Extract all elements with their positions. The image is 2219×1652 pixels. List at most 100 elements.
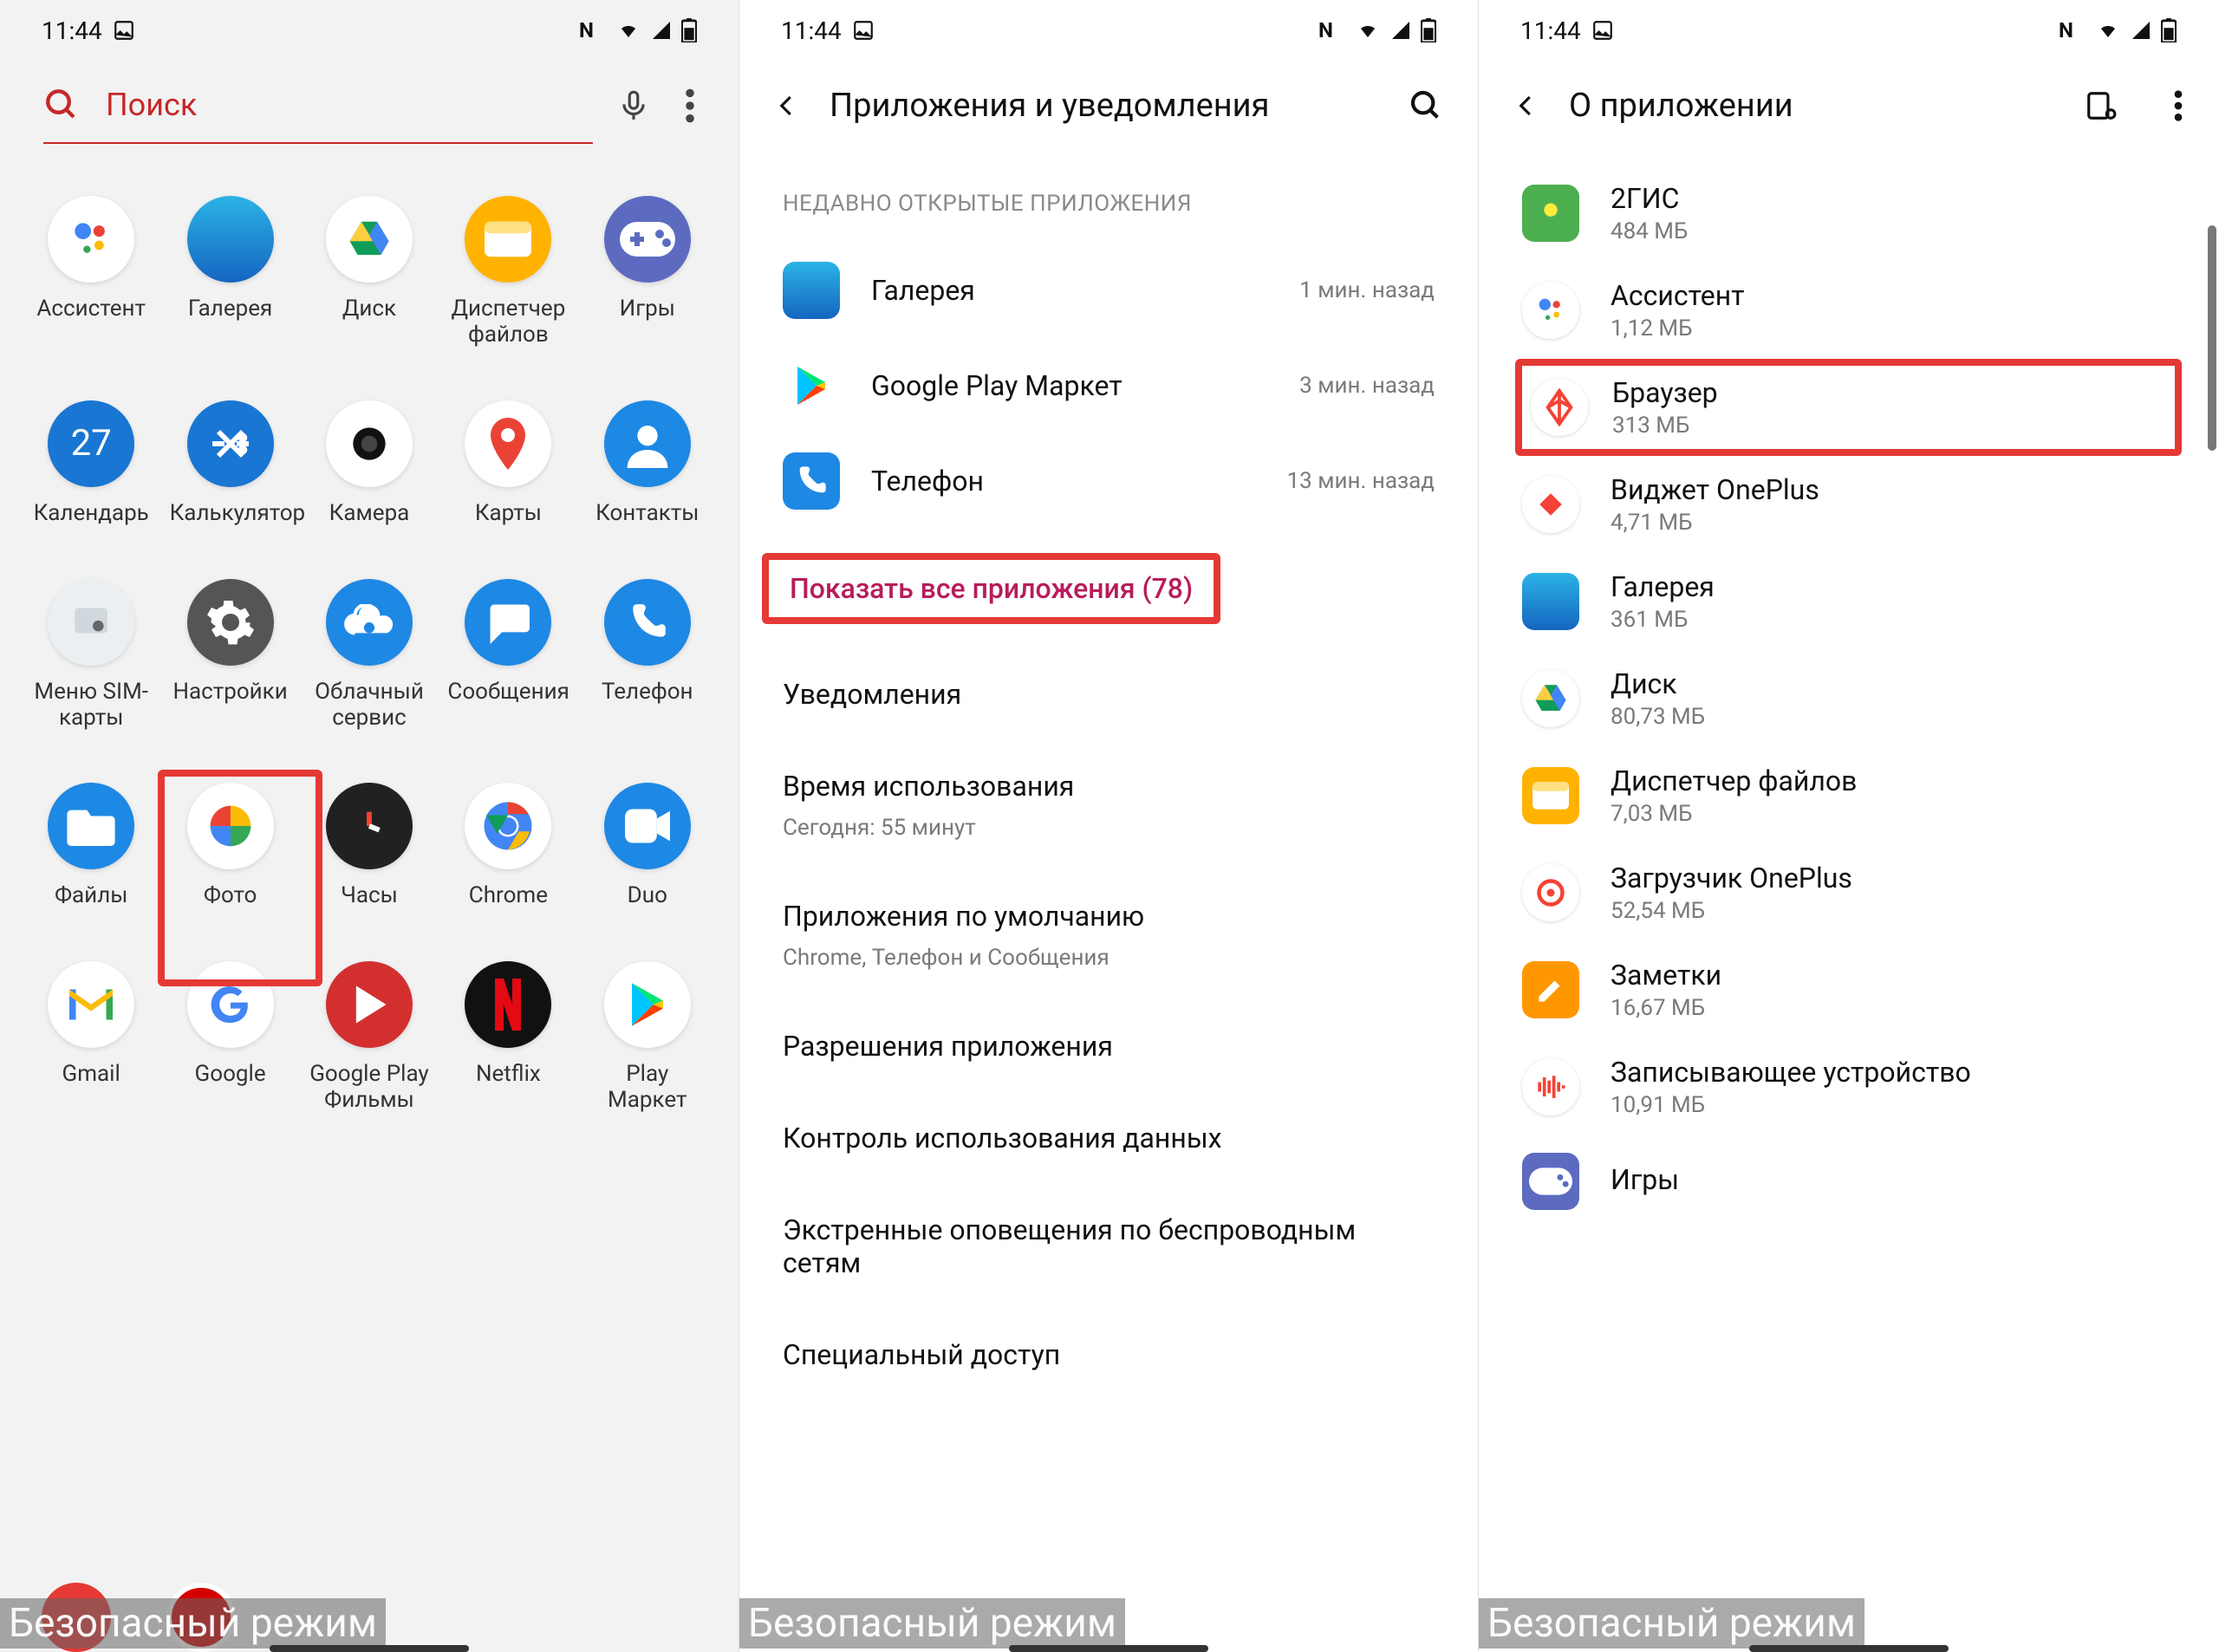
app-list-item[interactable]: Ассистент1,12 МБ	[1479, 262, 2218, 359]
app-list-item[interactable]: Браузер313 МБ	[1515, 359, 2182, 456]
status-icons: N	[2059, 18, 2177, 42]
app-list-item[interactable]: Загрузчик OnePlus52,54 МБ	[1479, 844, 2218, 941]
app-icon	[604, 400, 691, 487]
app-игры[interactable]: Игры	[582, 196, 713, 348]
app-label: Ассистент	[36, 296, 146, 322]
settings-menu-item[interactable]: Контроль использования данных	[739, 1092, 1478, 1184]
settings-menu-item[interactable]: Приложения по умолчаниюChrome, Телефон и…	[739, 870, 1478, 1000]
search-icon[interactable]	[1409, 88, 1443, 123]
app-list-item[interactable]: Диспетчер файлов7,03 МБ	[1479, 747, 2218, 844]
recent-app-item[interactable]: Телефон13 мин. назад	[739, 433, 1478, 529]
app-play-маркет[interactable]: Play Маркет	[582, 961, 713, 1114]
app-size: 10,91 МБ	[1611, 1092, 2175, 1118]
back-icon[interactable]	[774, 88, 800, 123]
wifi-icon	[1355, 20, 1381, 41]
app-облачный-сервис[interactable]: Облачный сервис	[304, 579, 434, 732]
app-list-item[interactable]: Заметки16,67 МБ	[1479, 941, 2218, 1038]
app-icon	[187, 196, 274, 283]
settings-menu-item[interactable]: Разрешения приложения	[739, 1000, 1478, 1092]
menu-subtitle: Chrome, Телефон и Сообщения	[783, 945, 1110, 971]
show-all-apps[interactable]: Показать все приложения (78)	[739, 529, 1478, 648]
app-size: 4,71 МБ	[1611, 510, 2175, 536]
app-gmail[interactable]: Gmail	[26, 961, 156, 1114]
app-duo[interactable]: Duo	[582, 783, 713, 909]
search-input[interactable]: Поиск	[43, 87, 593, 144]
app-icon	[48, 196, 134, 283]
app-калькулятор[interactable]: Калькулятор	[165, 400, 295, 527]
app-icon	[783, 262, 840, 319]
app-list-item[interactable]: Виджет OnePlus4,71 МБ	[1479, 456, 2218, 553]
app-фото[interactable]: Фото	[165, 783, 295, 909]
app-icon	[1522, 573, 1579, 630]
app-icon	[1522, 1058, 1579, 1115]
app-диспетчер-файлов[interactable]: Диспетчер файлов	[443, 196, 573, 348]
page-title: Приложения и уведомления	[830, 87, 1379, 125]
app-меню-sim-карты[interactable]: Меню SIM-карты	[26, 579, 156, 732]
app-name: Браузер	[1612, 376, 2166, 409]
app-label: Google	[195, 1062, 266, 1088]
app-list-item[interactable]: Записывающее устройство 10,91 МБ	[1479, 1038, 2218, 1135]
app-netflix[interactable]: Netflix	[443, 961, 573, 1114]
scrollbar[interactable]	[2208, 225, 2216, 451]
app-chrome[interactable]: Chrome	[443, 783, 573, 909]
back-icon[interactable]	[1513, 88, 1539, 123]
overflow-icon[interactable]	[685, 87, 695, 125]
recent-subhead: НЕДАВНО ОТКРЫТЫЕ ПРИЛОЖЕНИЯ	[739, 165, 1478, 243]
app-карты[interactable]: Карты	[443, 400, 573, 527]
app-label: Телефон	[602, 680, 693, 706]
app-настройки[interactable]: Настройки	[165, 579, 295, 732]
settings-menu-item[interactable]: Уведомления	[739, 648, 1478, 740]
recent-label: Google Play Маркет	[871, 369, 1268, 402]
app-icon	[326, 783, 413, 869]
app-label: Камера	[329, 501, 410, 527]
filter-icon[interactable]	[2085, 89, 2118, 122]
app-часы[interactable]: Часы	[304, 783, 434, 909]
settings-menu-item[interactable]: Специальный доступ	[739, 1309, 1478, 1401]
recent-app-item[interactable]: Галерея1 мин. назад	[739, 243, 1478, 338]
svg-text:N: N	[1318, 18, 1333, 42]
app-сообщения[interactable]: Сообщения	[443, 579, 573, 732]
recent-app-item[interactable]: Google Play Маркет3 мин. назад	[739, 338, 1478, 433]
app-камера[interactable]: Камера	[304, 400, 434, 527]
app-name: Галерея	[1611, 570, 2175, 603]
app-google[interactable]: Google	[165, 961, 295, 1114]
picture-icon	[113, 19, 135, 42]
nav-hint[interactable]	[1749, 1645, 1949, 1652]
app-диск[interactable]: Диск	[304, 196, 434, 348]
screen-app-info: 11:44 N О приложении 2ГИС484 МБАссистент…	[1479, 0, 2218, 1652]
app-name: Записывающее устройство	[1611, 1056, 2175, 1089]
app-icon	[48, 961, 134, 1048]
app-контакты[interactable]: Контакты	[582, 400, 713, 527]
app-label: Файлы	[55, 883, 127, 909]
app-size: 16,67 МБ	[1611, 995, 2175, 1021]
app-list-item[interactable]: Диск80,73 МБ	[1479, 650, 2218, 747]
menu-title: Специальный доступ	[783, 1338, 1060, 1371]
app-icon	[1522, 670, 1579, 727]
app-телефон[interactable]: Телефон	[582, 579, 713, 732]
nav-hint[interactable]	[270, 1645, 469, 1652]
app-icon	[1531, 379, 1588, 436]
app-size: 1,12 МБ	[1611, 315, 2175, 341]
app-list-item[interactable]: 2ГИС484 МБ	[1479, 165, 2218, 262]
overflow-icon[interactable]	[2173, 88, 2183, 123]
app-icon	[1522, 961, 1579, 1018]
app-list-item[interactable]: Игры	[1479, 1135, 2218, 1227]
app-list-item[interactable]: Галерея361 МБ	[1479, 553, 2218, 650]
nfc-icon: N	[1318, 18, 1346, 42]
app-google-play-фильмы[interactable]: Google Play Фильмы	[304, 961, 434, 1114]
status-icons: N	[1318, 18, 1436, 42]
mic-icon[interactable]	[617, 87, 650, 125]
app-файлы[interactable]: Файлы	[26, 783, 156, 909]
app-icon	[326, 961, 413, 1048]
app-icon	[187, 400, 274, 487]
settings-menu-item[interactable]: Время использованияСегодня: 55 минут	[739, 740, 1478, 870]
nav-hint[interactable]	[1009, 1645, 1208, 1652]
settings-menu-item[interactable]: Экстренные оповещения по беспроводным се…	[739, 1184, 1478, 1309]
app-size: 52,54 МБ	[1611, 898, 2175, 924]
app-галерея[interactable]: Галерея	[165, 196, 295, 348]
menu-title: Контроль использования данных	[783, 1122, 1222, 1154]
app-size: 7,03 МБ	[1611, 801, 2175, 827]
app-ассистент[interactable]: Ассистент	[26, 196, 156, 348]
svg-text:N: N	[579, 18, 594, 42]
app-календарь[interactable]: 27Календарь	[26, 400, 156, 527]
